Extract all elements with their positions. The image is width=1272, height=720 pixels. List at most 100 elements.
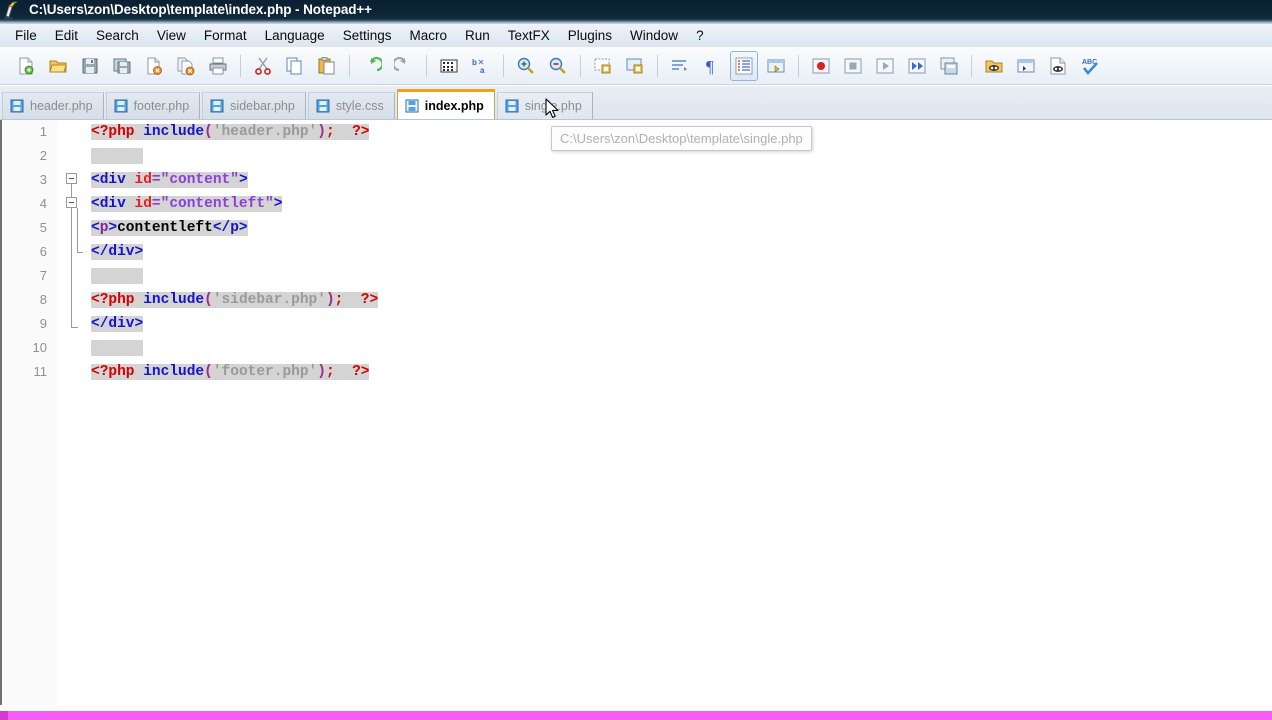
tab-label: sidebar.php (230, 99, 295, 113)
toolbar-separator (580, 54, 581, 77)
tab-bar: header.php footer.php sidebar.php style.… (0, 86, 1272, 120)
menu-plugins[interactable]: Plugins (559, 25, 621, 46)
tab-label: single.php (524, 99, 582, 113)
open-file-icon[interactable] (44, 51, 72, 81)
token-attr-value: ="contentleft" (151, 196, 274, 212)
tab-footer-php[interactable]: footer.php (105, 92, 201, 119)
line-number-gutter: 1 2 3 4 5 6 7 8 9 10 11 (2, 120, 57, 712)
token-paren-open: ( (204, 364, 213, 380)
menu-file[interactable]: File (6, 25, 46, 46)
cut-icon[interactable] (249, 51, 277, 81)
show-all-characters-icon[interactable]: ¶ (698, 51, 726, 81)
token-text: contentleft (117, 220, 213, 236)
line-number: 5 (39, 220, 47, 235)
token-tag-close-div: </div> (91, 316, 144, 332)
find-icon[interactable] (435, 51, 463, 81)
run-icon[interactable] (980, 51, 1008, 81)
tab-sidebar-php[interactable]: sidebar.php (202, 92, 306, 119)
line-number: 9 (39, 316, 47, 331)
file-save-icon (210, 99, 224, 113)
token-paren-close: ) (325, 292, 335, 308)
zoom-in-icon[interactable] (512, 51, 540, 81)
new-file-icon[interactable] (12, 51, 40, 81)
token-gt: > (108, 220, 118, 236)
editor-area[interactable]: 1 2 3 4 5 6 7 8 9 10 11 <?php include('h… (0, 120, 1272, 712)
menu-textfx[interactable]: TextFX (499, 25, 559, 46)
code-content[interactable]: <?php include('header.php'); ?> <div id=… (87, 120, 1272, 712)
tab-index-php[interactable]: index.php (396, 89, 495, 119)
play-macro-icon[interactable] (871, 51, 899, 81)
code-line-3: <div id="content"> (87, 168, 1272, 192)
word-wrap-icon[interactable] (666, 51, 694, 81)
redo-icon[interactable] (390, 51, 418, 81)
menu-macro[interactable]: Macro (400, 25, 456, 46)
paste-icon[interactable] (313, 51, 341, 81)
token-lt: < (91, 220, 100, 236)
code-line-8: <?php include('sidebar.php'); ?> (87, 288, 1272, 312)
token-include: include (143, 292, 205, 308)
code-line-11: <?php include('footer.php'); ?> (87, 360, 1272, 384)
toolbar-separator (971, 54, 972, 77)
record-macro-icon[interactable] (807, 51, 835, 81)
tab-style-css[interactable]: style.css (307, 92, 395, 119)
zoom-out-icon[interactable] (544, 51, 572, 81)
menu-view[interactable]: View (148, 25, 195, 46)
tab-label: index.php (424, 98, 484, 113)
tab-label: header.php (30, 99, 93, 113)
token-include: include (143, 124, 205, 140)
spell-check-icon[interactable]: ABC (1076, 51, 1104, 81)
token-attr-value: ="content" (151, 172, 239, 188)
close-file-icon[interactable] (140, 51, 168, 81)
progress-bar-head[interactable] (0, 711, 8, 720)
sync-horizontal-scroll-icon[interactable] (621, 51, 649, 81)
console-icon[interactable] (1012, 51, 1040, 81)
copy-icon[interactable] (281, 51, 309, 81)
fold-toggle-line-4[interactable] (66, 197, 77, 208)
tab-single-php[interactable]: single.php (496, 92, 593, 119)
menu-run[interactable]: Run (456, 25, 499, 46)
svg-text:b: b (472, 58, 477, 67)
token-php-open: <?php (91, 364, 135, 380)
menu-edit[interactable]: Edit (46, 25, 87, 46)
run-macro-multiple-icon[interactable] (903, 51, 931, 81)
token-string: 'footer.php' (212, 364, 318, 380)
print-icon[interactable] (204, 51, 232, 81)
tab-header-php[interactable]: header.php (2, 92, 104, 119)
replace-icon[interactable]: ba (467, 51, 495, 81)
token-paren-open: ( (204, 292, 213, 308)
svg-text:¶: ¶ (706, 57, 714, 76)
sync-vertical-scroll-icon[interactable] (589, 51, 617, 81)
menu-search[interactable]: Search (87, 25, 148, 46)
save-icon[interactable] (76, 51, 104, 81)
fold-toggle-line-3[interactable] (66, 173, 77, 184)
line-number: 4 (39, 196, 47, 211)
menu-help[interactable]: ? (687, 25, 713, 46)
token-php-open: <?php (91, 292, 135, 308)
user-defined-dialog-icon[interactable] (762, 51, 790, 81)
code-line-9: </div> (87, 312, 1272, 336)
token-php-close: ?> (360, 292, 379, 308)
undo-icon[interactable] (358, 51, 386, 81)
menu-window[interactable]: Window (621, 25, 687, 46)
token-paren-close: ) (317, 124, 326, 140)
progress-bar[interactable] (0, 711, 1272, 720)
menu-format[interactable]: Format (195, 25, 256, 46)
code-line-7 (87, 264, 1272, 288)
save-all-icon[interactable] (108, 51, 136, 81)
fold-connector-inner (77, 208, 78, 253)
stop-macro-icon[interactable] (839, 51, 867, 81)
notepad-plus-plus-window: C:\Users\zon\Desktop\template\index.php … (0, 0, 1272, 720)
token-paren-open: ( (204, 124, 213, 140)
token-tag-gt: > (238, 172, 248, 188)
fold-connector (71, 208, 72, 328)
toolbar-separator (240, 54, 241, 77)
indent-guide-icon[interactable] (730, 50, 758, 81)
fold-margin[interactable] (57, 120, 87, 712)
menu-settings[interactable]: Settings (334, 25, 401, 46)
document-map-icon[interactable] (1044, 51, 1072, 81)
menu-language[interactable]: Language (256, 25, 334, 46)
save-macro-icon[interactable] (935, 51, 963, 81)
close-all-files-icon[interactable] (172, 51, 200, 81)
file-save-icon (405, 99, 419, 112)
token-attribute: id (134, 172, 152, 188)
